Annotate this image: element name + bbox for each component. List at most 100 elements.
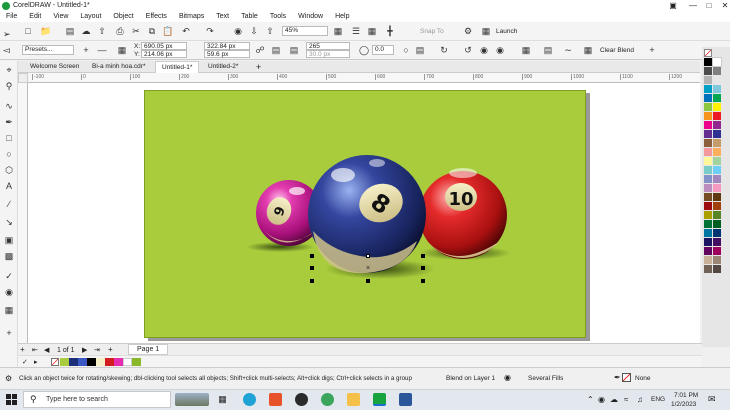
- tab-untitled-2[interactable]: Untitled-2*: [202, 61, 244, 73]
- page-1-tab[interactable]: Page 1: [128, 344, 169, 355]
- palette-expand-icon[interactable]: ▸: [34, 358, 38, 366]
- open-icon[interactable]: 📁: [40, 25, 52, 37]
- taskbar-search-box[interactable]: ⚲ Type here to search: [23, 391, 171, 408]
- palette-swatch[interactable]: [704, 220, 712, 228]
- selection-handle-middle-left[interactable]: [310, 266, 314, 270]
- presets-dropdown[interactable]: Presets...: [22, 45, 74, 55]
- palette-swatch[interactable]: [713, 103, 721, 111]
- more-blend-options-icon[interactable]: ▦: [520, 44, 532, 56]
- chrome-icon[interactable]: [321, 393, 334, 406]
- palette-swatch[interactable]: [713, 238, 721, 246]
- doc-swatch-green-1[interactable]: [60, 358, 69, 366]
- palette-swatch[interactable]: [713, 229, 721, 237]
- menu-tools[interactable]: Tools: [270, 13, 286, 20]
- undo-icon[interactable]: ↶: [180, 25, 192, 37]
- cut-icon[interactable]: ✂: [130, 25, 142, 37]
- blend-offset-field[interactable]: 30.0 px: [306, 50, 350, 58]
- palette-swatch[interactable]: [704, 175, 712, 183]
- drawing-page[interactable]: 9 10 8: [144, 90, 586, 338]
- tab-welcome-screen[interactable]: Welcome Screen: [24, 61, 85, 73]
- last-page-button[interactable]: ⇥: [94, 346, 100, 354]
- palette-no-color-swatch[interactable]: [704, 49, 712, 57]
- interactive-fill-tool-icon[interactable]: ◉: [3, 286, 15, 298]
- palette-swatch[interactable]: [704, 211, 712, 219]
- clock-time[interactable]: 7:01 PM: [674, 392, 698, 399]
- crop-tool-icon[interactable]: ⌖: [3, 64, 15, 76]
- palette-swatch[interactable]: [713, 94, 721, 102]
- height-field[interactable]: 59.6 px: [204, 50, 250, 58]
- grid-icon[interactable]: ▦: [366, 25, 378, 37]
- zoom-tool-icon[interactable]: ⚲: [3, 80, 15, 92]
- palette-swatch[interactable]: [713, 148, 721, 156]
- connector-tool-icon[interactable]: ↘: [3, 216, 15, 228]
- polygon-tool-icon[interactable]: ⬡: [3, 164, 15, 176]
- search-highlight-image[interactable]: [175, 393, 209, 406]
- menu-bitmaps[interactable]: Bitmaps: [179, 13, 204, 20]
- palette-swatch[interactable]: [704, 238, 712, 246]
- palette-swatch[interactable]: [704, 76, 712, 84]
- selection-handle-bottom-right[interactable]: [421, 279, 425, 283]
- palette-swatch[interactable]: [704, 157, 712, 165]
- doc-swatch-black[interactable]: [87, 358, 96, 366]
- menu-layout[interactable]: Layout: [80, 13, 101, 20]
- menu-edit[interactable]: Edit: [29, 13, 41, 20]
- doc-swatch-cream[interactable]: [96, 358, 105, 366]
- start-end-properties-icon[interactable]: ▤: [542, 44, 554, 56]
- previous-page-button[interactable]: ◀: [44, 346, 49, 354]
- file-explorer-icon[interactable]: [347, 393, 360, 406]
- redo-icon[interactable]: ↷: [204, 25, 216, 37]
- palette-swatch[interactable]: [704, 85, 712, 93]
- export-icon[interactable]: ⇧: [264, 25, 276, 37]
- blend-steps-icon[interactable]: ▤: [270, 44, 282, 56]
- loop-blend-icon[interactable]: ○: [400, 44, 412, 56]
- path-properties-icon[interactable]: ∼: [562, 44, 574, 56]
- freehand-tool-icon[interactable]: ∿: [3, 100, 15, 112]
- palette-swatch[interactable]: [712, 57, 722, 67]
- spacing-icon[interactable]: ▤: [288, 44, 300, 56]
- next-page-button[interactable]: ▶: [82, 346, 87, 354]
- palette-swatch[interactable]: [713, 112, 721, 120]
- doc-swatch-green-2[interactable]: [132, 358, 141, 366]
- text-tool-icon[interactable]: A: [3, 180, 15, 192]
- selection-center-marker[interactable]: ×: [366, 265, 370, 272]
- copy-icon[interactable]: ⧉: [146, 25, 158, 37]
- menu-view[interactable]: View: [53, 13, 68, 20]
- first-page-button[interactable]: ⇤: [32, 346, 38, 354]
- menu-text[interactable]: Text: [216, 13, 229, 20]
- palette-swatch[interactable]: [713, 130, 721, 138]
- blend-steps-field[interactable]: 265: [306, 42, 350, 50]
- settings-icon[interactable]: ⚙: [462, 25, 474, 37]
- cloud-icon[interactable]: ☁: [80, 25, 92, 37]
- word-icon[interactable]: [399, 393, 412, 406]
- outline-pen-icon[interactable]: ✒: [614, 373, 621, 382]
- office-icon[interactable]: [269, 393, 282, 406]
- ruler-origin[interactable]: [18, 73, 28, 83]
- volume-icon[interactable]: ♫: [637, 395, 643, 404]
- drop-shadow-tool-icon[interactable]: ▣: [3, 234, 15, 246]
- new-document-icon[interactable]: □: [22, 25, 34, 37]
- add-page-before-button[interactable]: +: [20, 345, 25, 354]
- doc-swatch-navy[interactable]: [69, 358, 78, 366]
- tab-untitled-1[interactable]: Untitled-1*: [155, 61, 200, 73]
- add-property-icon[interactable]: +: [646, 44, 658, 56]
- lock-ratio-icon[interactable]: ☍: [254, 44, 266, 56]
- doc-swatch-magenta[interactable]: [114, 358, 123, 366]
- fill-icon[interactable]: ◉: [504, 373, 511, 382]
- pick-tool-icon[interactable]: ➢: [3, 29, 11, 40]
- close-button[interactable]: ✕: [716, 0, 730, 11]
- transparency-tool-icon[interactable]: ▩: [3, 250, 15, 262]
- snap-to-dropdown[interactable]: Snap To: [420, 28, 444, 35]
- edge-icon[interactable]: [243, 393, 256, 406]
- palette-swatch[interactable]: [704, 67, 712, 75]
- palette-swatch[interactable]: [704, 94, 712, 102]
- selection-handle-top-center[interactable]: [366, 254, 370, 258]
- direct-blend-icon[interactable]: ▤: [414, 44, 426, 56]
- palette-swatch[interactable]: [713, 166, 721, 174]
- palette-swatch[interactable]: [713, 202, 721, 210]
- doc-swatch-blue[interactable]: [78, 358, 87, 366]
- palette-swatch[interactable]: [704, 247, 712, 255]
- add-page-after-button[interactable]: +: [108, 345, 113, 354]
- palette-swatch[interactable]: [704, 58, 712, 66]
- color-palette[interactable]: [702, 47, 730, 347]
- new-tab-button[interactable]: +: [250, 61, 267, 73]
